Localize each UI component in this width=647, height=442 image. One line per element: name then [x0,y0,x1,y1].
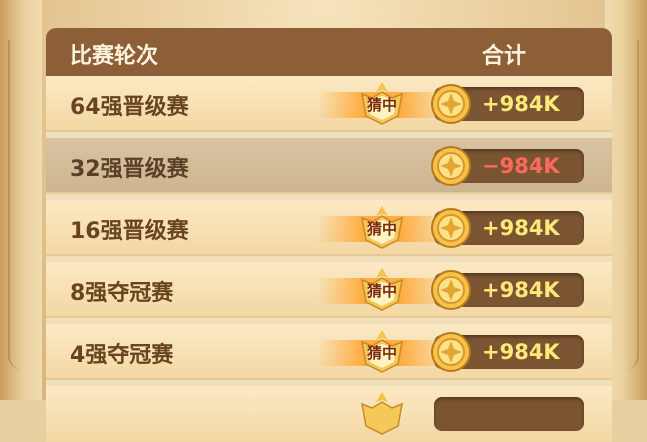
row-divider [46,316,612,318]
crown-badge-icon [318,390,446,438]
amount-value: +984K [482,92,560,116]
guessed-label: 猜中 [366,96,397,114]
row-divider [46,130,612,132]
gold-coin-icon [431,270,471,310]
row-divider [46,192,612,194]
amount-pill [434,397,584,431]
amount-value: +984K [482,278,560,302]
crown-badge-icon: 猜中 [318,266,446,314]
guessed-label: 猜中 [366,344,397,362]
amount-value: +984K [482,340,560,364]
result-row[interactable]: 16强晋级赛 猜中 +984K [46,200,612,256]
crown-badge-icon: 猜中 [318,204,446,252]
round-name: 32强晋级赛 [70,157,189,182]
result-row[interactable]: 64强晋级赛 猜中 +984K [46,76,612,132]
round-name: 8强夺冠赛 [70,281,174,306]
frame-left-ornament [0,0,42,400]
header-total: 合计 [482,44,527,69]
round-name: 64强晋级赛 [70,95,189,120]
crown-badge-icon: 猜中 [318,80,446,128]
amount-value: −984K [482,154,560,178]
table-header: 比赛轮次 合计 [46,28,612,76]
gold-coin-icon [431,146,471,186]
round-name: 16强晋级赛 [70,219,189,244]
gold-coin-icon [431,332,471,372]
crown-badge-icon: 猜中 [318,328,446,376]
result-row[interactable]: 8强夺冠赛 猜中 +984K [46,262,612,318]
result-row[interactable]: 32强晋级赛 −984K [46,138,612,194]
row-divider [46,378,612,380]
result-row[interactable]: 4强夺冠赛 猜中 +984K [46,324,612,380]
result-row-partial[interactable] [46,386,612,442]
results-panel: 比赛轮次 合计 64强晋级赛 猜中 +984K 32强晋级赛 −984K 16强… [46,28,612,442]
row-divider [46,254,612,256]
guessed-label: 猜中 [366,220,397,238]
guessed-label: 猜中 [366,282,397,300]
header-round: 比赛轮次 [70,44,159,69]
gold-coin-icon [431,208,471,248]
gold-coin-icon [431,84,471,124]
amount-value: +984K [482,216,560,240]
round-name: 4强夺冠赛 [70,343,174,368]
